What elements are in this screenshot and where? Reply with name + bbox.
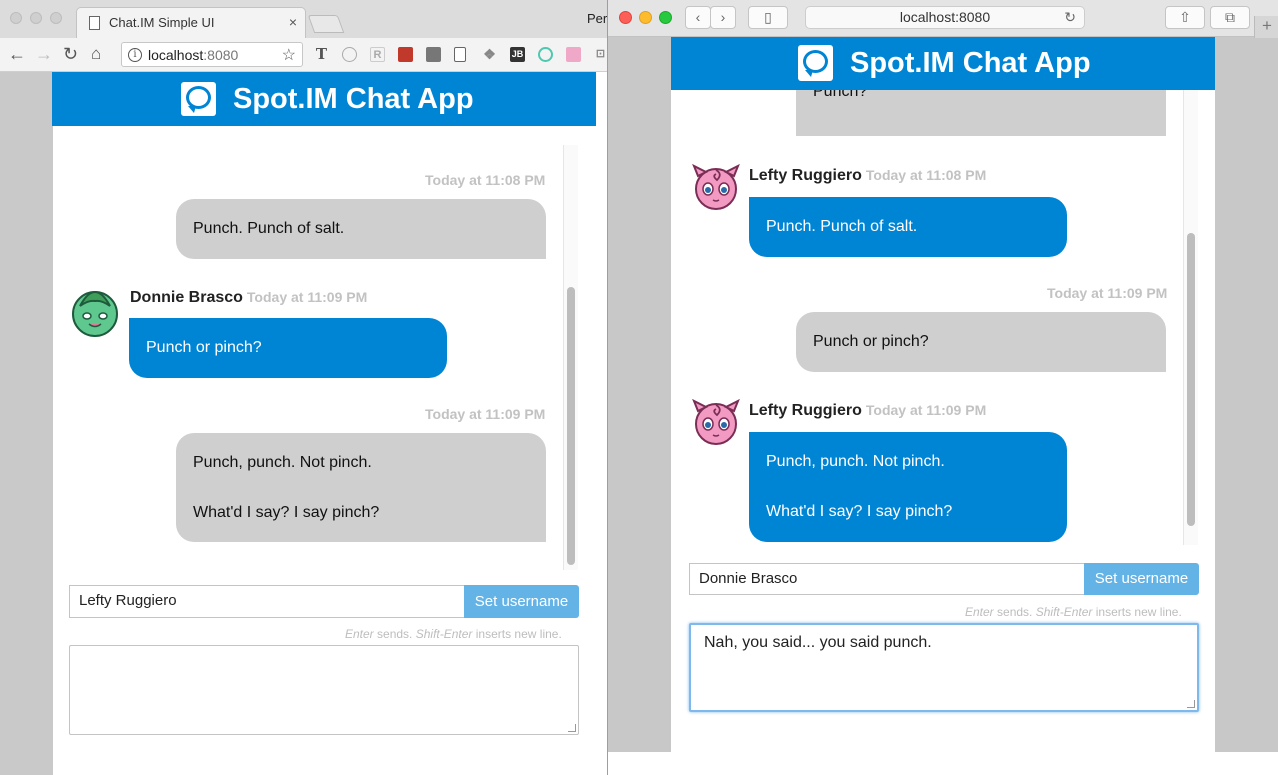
close-window-icon[interactable] bbox=[619, 11, 632, 24]
address-bar[interactable]: i localhost:8080 ☆ bbox=[121, 42, 303, 67]
new-tab-button[interactable]: + bbox=[1254, 16, 1278, 38]
chat-logo-icon bbox=[798, 45, 833, 81]
lefty-avatar bbox=[689, 162, 743, 212]
message-timestamp: Today at 11:09 PM bbox=[246, 289, 368, 305]
app-title: Spot.IM Chat App bbox=[850, 47, 1091, 79]
own-message-bubble: Punch or pinch? bbox=[796, 312, 1166, 372]
cast-extension-icon[interactable]: ⊡ bbox=[593, 47, 607, 62]
message-timestamp: Today at 11:09 PM bbox=[1047, 285, 1168, 301]
message-text: Punch or pinch? bbox=[813, 333, 929, 350]
tabs-overview-icon[interactable]: ⧉ bbox=[1210, 6, 1250, 29]
minimize-window-icon[interactable] bbox=[639, 11, 652, 24]
bookmark-star-icon[interactable]: ☆ bbox=[282, 45, 296, 65]
message-textarea[interactable]: Nah, you said... you said punch. bbox=[689, 623, 1199, 712]
message-timestamp: Today at 11:08 PM bbox=[865, 167, 987, 183]
sidebar-icon[interactable]: ▯ bbox=[748, 6, 788, 29]
message-line: Punch, punch. Not pinch. bbox=[766, 453, 945, 470]
profile-label[interactable]: Per bbox=[587, 11, 607, 26]
safari-window: ‹ › ▯ localhost:8080 ↻ ⇧ ⧉ + Spot.IM Cha… bbox=[607, 0, 1278, 775]
minimize-window-icon[interactable] bbox=[30, 12, 42, 24]
safari-toolbar: ‹ › ▯ localhost:8080 ↻ ⇧ ⧉ bbox=[608, 0, 1278, 37]
scrollbar-thumb[interactable] bbox=[567, 287, 575, 565]
app-header: Spot.IM Chat App bbox=[671, 37, 1215, 90]
forward-arrow-icon[interactable]: › bbox=[710, 6, 736, 29]
messages-scrollbar[interactable] bbox=[563, 145, 578, 570]
own-message-bubble: Punch. Punch of salt. bbox=[176, 199, 546, 259]
message-author: Lefty Ruggiero Today at 11:09 PM bbox=[749, 402, 987, 419]
close-window-icon[interactable] bbox=[10, 12, 22, 24]
incoming-message-bubble: Punch. Punch of salt. bbox=[749, 197, 1067, 257]
forward-arrow-icon[interactable]: → bbox=[35, 43, 53, 65]
chrome-toolbar: ← → ↻ ⌂ i localhost:8080 ☆ T R ❖ JB ⊡ bbox=[0, 38, 607, 72]
message-text: Punch. Punch of salt. bbox=[766, 218, 918, 235]
message-line: What'd I say? I say pinch? bbox=[766, 503, 953, 520]
back-arrow-icon[interactable]: ‹ bbox=[685, 6, 711, 29]
message-text: Punch. Punch of salt. bbox=[193, 220, 345, 237]
incoming-message-bubble: Punch or pinch? bbox=[129, 318, 447, 378]
message-text: Punch or pinch? bbox=[146, 339, 262, 356]
scrollbar-thumb[interactable] bbox=[1187, 233, 1195, 526]
text-extension-icon[interactable]: T bbox=[314, 47, 329, 62]
input-hint: Enter sends. Shift-Enter inserts new lin… bbox=[965, 605, 1182, 619]
username-input[interactable]: Donnie Brasco bbox=[689, 563, 1085, 595]
message-textarea[interactable] bbox=[69, 645, 579, 735]
username-input[interactable]: Lefty Ruggiero bbox=[69, 585, 465, 618]
reload-icon[interactable]: ↻ bbox=[1064, 7, 1076, 28]
share-icon[interactable]: ⇧ bbox=[1165, 6, 1205, 29]
jb-extension-icon[interactable]: JB bbox=[510, 47, 525, 62]
tab-close-icon[interactable]: × bbox=[289, 14, 297, 30]
messages-scrollbar[interactable] bbox=[1183, 90, 1198, 545]
r-extension-icon[interactable]: R bbox=[370, 47, 385, 62]
chrome-tab-strip: Chat.IM Simple UI × Per bbox=[0, 0, 607, 38]
mail-extension-icon[interactable] bbox=[426, 47, 441, 62]
lefty-avatar bbox=[689, 397, 743, 447]
message-timestamp: Today at 11:09 PM bbox=[865, 402, 987, 418]
input-hint: Enter sends. Shift-Enter inserts new lin… bbox=[345, 627, 562, 641]
resize-handle-icon[interactable] bbox=[1187, 700, 1195, 708]
own-message-bubble: Punch? bbox=[796, 90, 1166, 136]
address-bar[interactable]: localhost:8080 ↻ bbox=[805, 6, 1085, 29]
donnie-avatar bbox=[68, 284, 122, 338]
doc-extension-icon[interactable] bbox=[454, 47, 466, 62]
maximize-window-icon[interactable] bbox=[50, 12, 62, 24]
message-author: Donnie Brasco Today at 11:09 PM bbox=[130, 289, 368, 306]
message-line: What'd I say? I say pinch? bbox=[193, 504, 380, 521]
page-bottom bbox=[608, 752, 1278, 775]
page-icon bbox=[89, 16, 100, 30]
dropbox-extension-icon[interactable]: ❖ bbox=[482, 47, 497, 62]
pink-extension-icon[interactable] bbox=[566, 47, 581, 62]
reload-icon[interactable]: ↻ bbox=[63, 43, 78, 65]
new-tab-button[interactable] bbox=[307, 15, 345, 33]
chat-logo-icon bbox=[181, 82, 216, 116]
message-draft: Nah, you said... you said punch. bbox=[704, 634, 932, 651]
message-author: Lefty Ruggiero Today at 11:08 PM bbox=[749, 167, 987, 184]
back-arrow-icon[interactable]: ← bbox=[8, 43, 26, 65]
resize-handle-icon[interactable] bbox=[568, 724, 576, 732]
red-extension-icon[interactable] bbox=[398, 47, 413, 62]
circle-extension-icon[interactable] bbox=[342, 47, 357, 62]
message-timestamp: Today at 11:08 PM bbox=[425, 172, 546, 188]
tab-title: Chat.IM Simple UI bbox=[109, 15, 215, 30]
home-icon[interactable]: ⌂ bbox=[91, 43, 101, 65]
set-username-button[interactable]: Set username bbox=[464, 585, 579, 618]
message-timestamp: Today at 11:09 PM bbox=[425, 406, 546, 422]
address-url: localhost:8080 bbox=[148, 47, 239, 63]
own-message-bubble: Punch, punch. Not pinch. What'd I say? I… bbox=[176, 433, 546, 542]
set-username-button[interactable]: Set username bbox=[1084, 563, 1199, 595]
message-text: Punch? bbox=[813, 90, 868, 100]
maximize-window-icon[interactable] bbox=[659, 11, 672, 24]
green-circle-extension-icon[interactable] bbox=[538, 47, 553, 62]
incoming-message-bubble: Punch, punch. Not pinch. What'd I say? I… bbox=[749, 432, 1067, 542]
chrome-window: Chat.IM Simple UI × Per ← → ↻ ⌂ i localh… bbox=[0, 0, 607, 775]
app-title: Spot.IM Chat App bbox=[233, 83, 474, 115]
app-header: Spot.IM Chat App bbox=[52, 72, 596, 126]
address-url: localhost:8080 bbox=[899, 9, 991, 25]
browser-tab[interactable]: Chat.IM Simple UI × bbox=[76, 7, 306, 38]
info-icon[interactable]: i bbox=[128, 48, 142, 62]
message-line: Punch, punch. Not pinch. bbox=[193, 454, 372, 471]
